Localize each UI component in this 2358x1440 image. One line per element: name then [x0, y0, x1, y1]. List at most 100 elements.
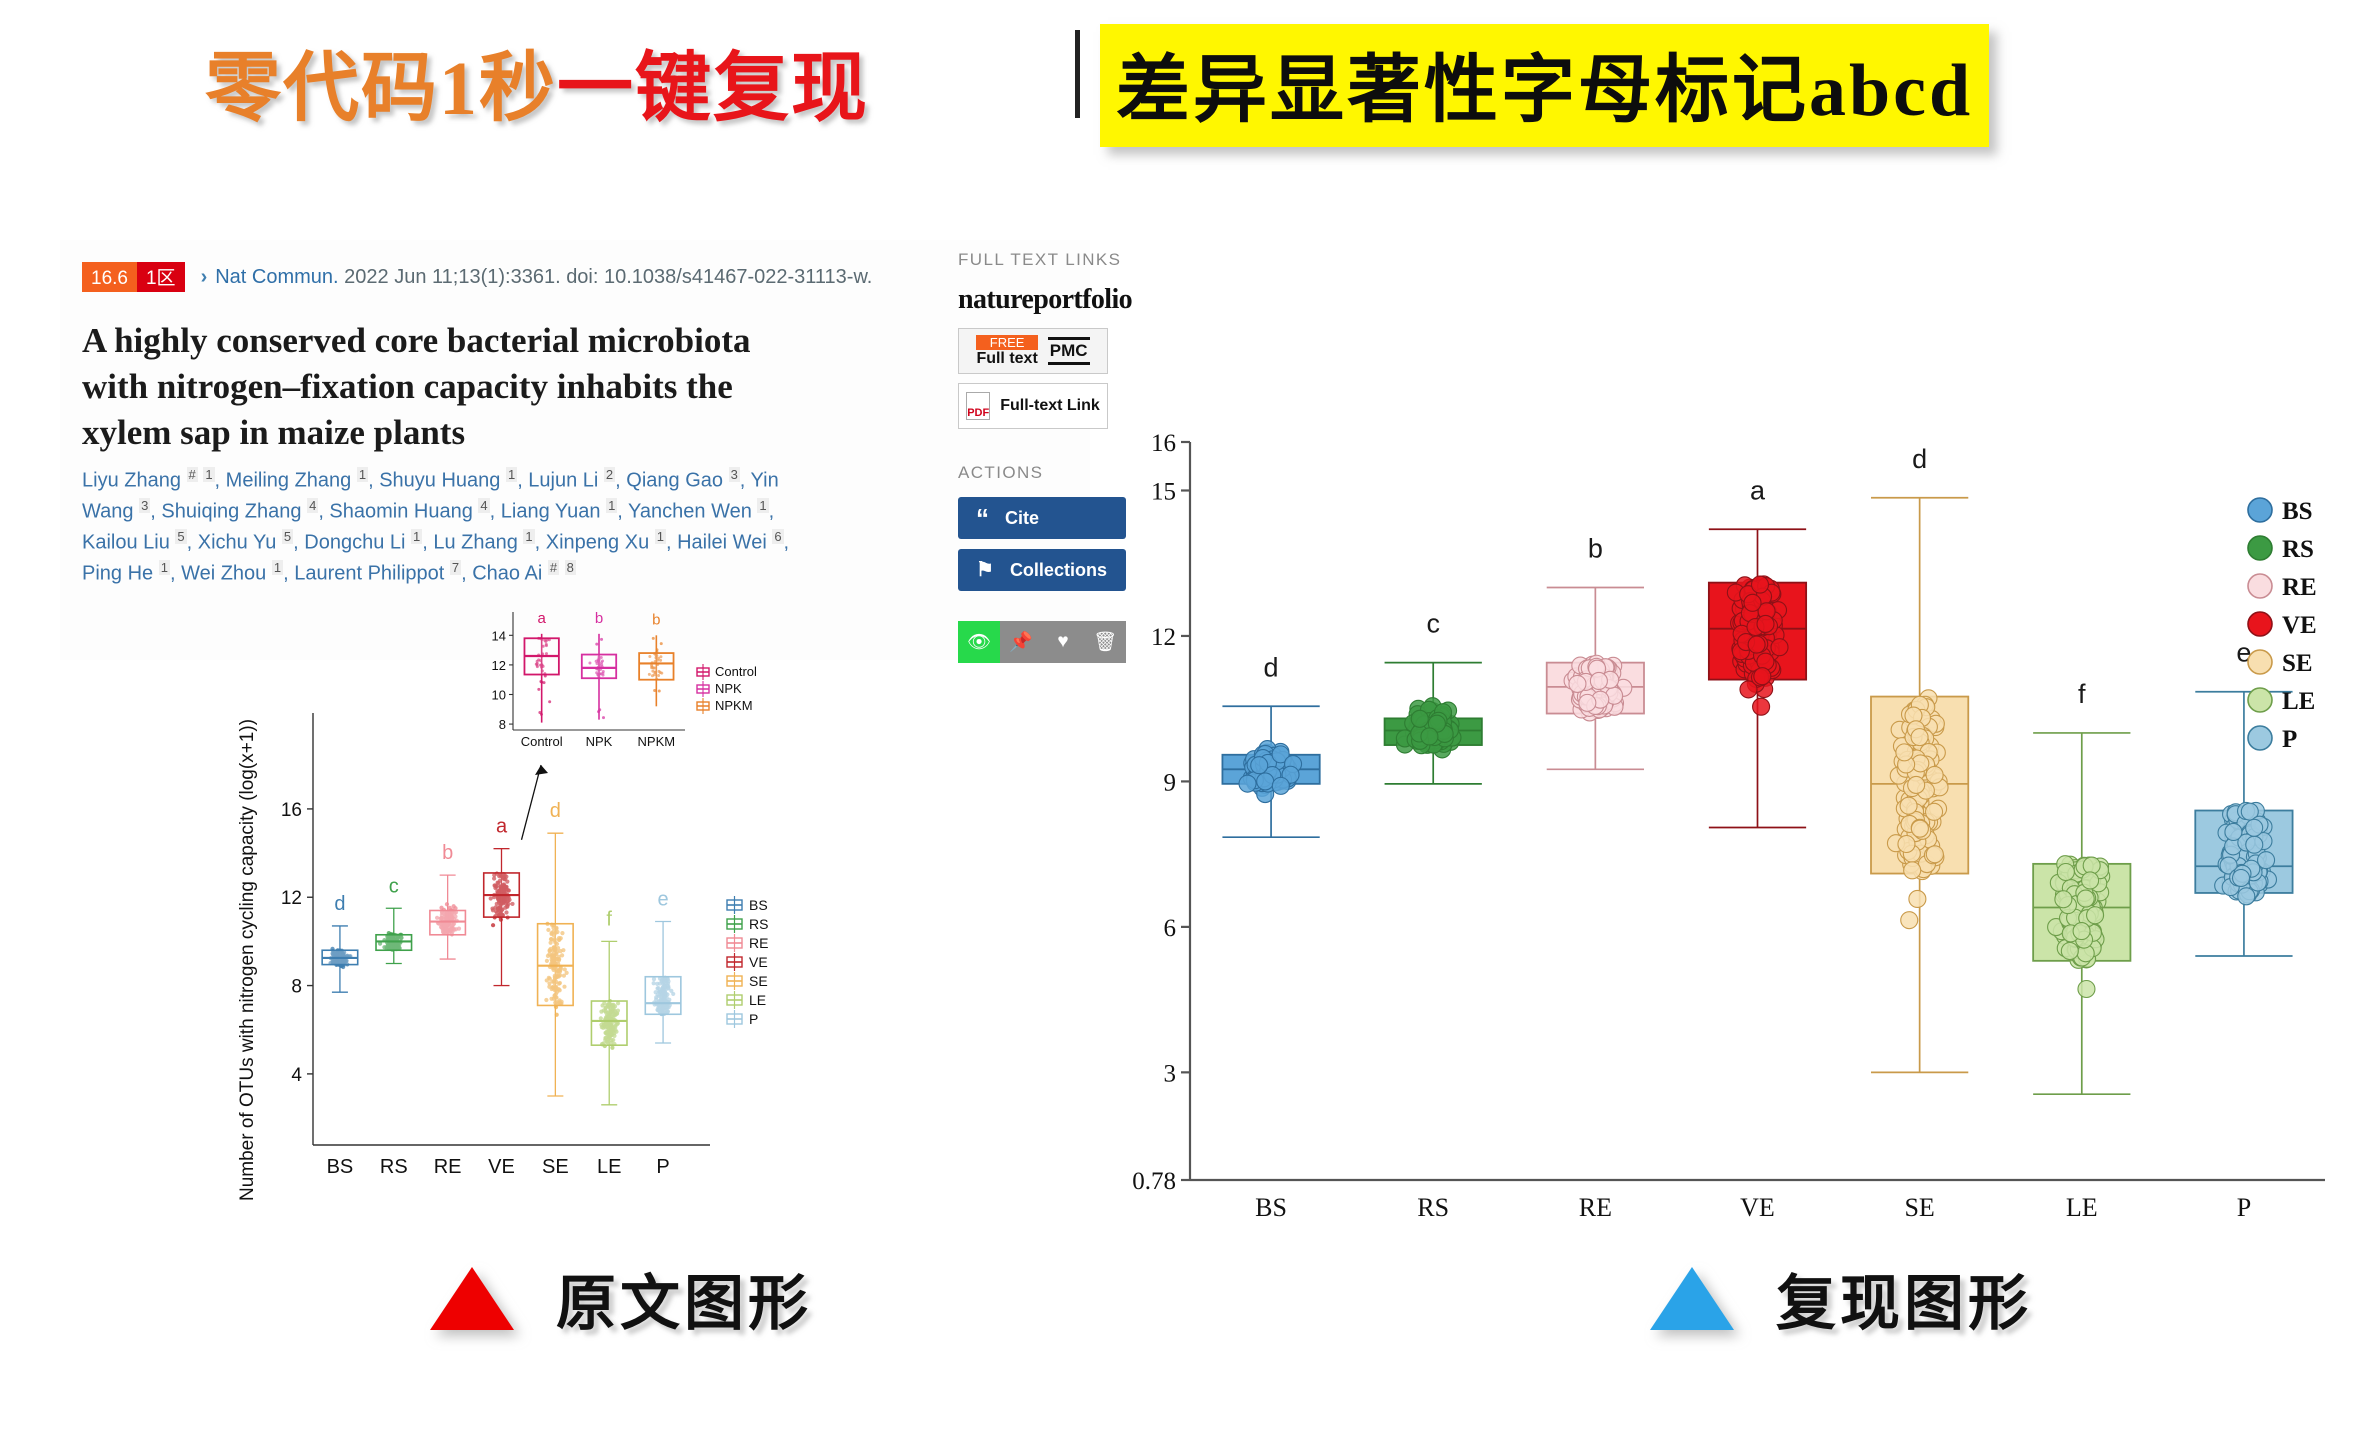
y-tick-label: 9 [1164, 769, 1177, 796]
y-tick-label: 16 [281, 800, 302, 821]
inset-legend-item: Control [696, 664, 757, 680]
significance-letter: c [389, 875, 399, 897]
full-text-label: Full text [976, 349, 1038, 367]
pmc-full-text-link[interactable]: FREE Full text PMC [958, 328, 1108, 374]
inset-legend-label: NPK [715, 681, 742, 696]
legend-marker [2247, 687, 2273, 713]
caption-reproduced-label: 复现图形 [1776, 1271, 2032, 1337]
legend-item: P [726, 1010, 758, 1028]
significance-letter: f [2078, 679, 2086, 709]
y-tick-label: 6 [1164, 915, 1177, 942]
box-group: a [1707, 475, 1808, 829]
legend-label: BS [2282, 498, 2313, 525]
legend-marker [2247, 497, 2273, 523]
significance-letter: d [334, 893, 345, 915]
inset-significance-letter: b [652, 611, 660, 628]
legend-label: RE [749, 935, 768, 951]
significance-letter: d [550, 800, 561, 822]
pdf-icon: PDF [966, 392, 991, 420]
reproduced-figure-panel: 0.78 3 6 9 12 15 16 d BS c RS b RE a VE d SE f LE e P BS RS RE V… [1130, 420, 2350, 1220]
banner-left-part1: 零代码1秒 [205, 47, 557, 131]
significance-letter: c [1426, 609, 1440, 639]
significance-letter: b [442, 842, 453, 864]
red-triangle-icon [430, 1267, 514, 1330]
box-group: d [1870, 444, 1970, 1074]
original-figure-panel: Number of OTUs with nitrogen cycling cap… [235, 600, 795, 1260]
inset-legend-item: NPK [696, 681, 742, 697]
legend-item: LE [2247, 687, 2315, 715]
banner: 零代码1秒一键复现 差异显著性字母标记abcd [0, 0, 2358, 150]
x-tick-label: RE [1579, 1193, 1612, 1220]
legend-label: VE [2282, 612, 2317, 639]
collections-button[interactable]: ⚑ Collections [958, 549, 1126, 591]
journal-name[interactable]: Nat Commun. [215, 266, 338, 288]
pmc-icon: PMC [1047, 337, 1090, 365]
legend-item: RS [726, 915, 768, 933]
free-badge: FREE [976, 334, 1038, 350]
quote-icon: “ [976, 503, 989, 533]
heart-icon[interactable]: ♥ [1042, 621, 1084, 663]
legend-label: RS [749, 916, 768, 932]
legend-marker [2247, 725, 2273, 751]
legend-item: LE [726, 991, 766, 1009]
inset-x-tick-label: NPKM [638, 734, 676, 749]
box-group: b [429, 842, 467, 960]
legend-label: BS [749, 897, 768, 913]
x-tick-label: SE [542, 1156, 569, 1178]
legend-label: SE [2282, 650, 2313, 677]
y-tick-label: 3 [1164, 1060, 1177, 1087]
inset-y-tick-label: 14 [492, 628, 506, 643]
banner-left-title: 零代码1秒一键复现 [205, 26, 869, 136]
significance-letter: a [1750, 475, 1766, 505]
eye-icon[interactable]: 👁 [958, 621, 1000, 663]
legend-item: BS [2247, 497, 2313, 525]
chevron-right-icon: › [200, 265, 208, 288]
x-tick-label: VE [488, 1156, 515, 1178]
legend-item: VE [726, 953, 768, 971]
box-group: f [590, 908, 628, 1106]
x-tick-label: P [656, 1156, 669, 1178]
inset-box-group: b [638, 611, 675, 707]
full-text-link-button[interactable]: PDF Full-text Link [958, 383, 1108, 429]
y-tick-label: 12 [281, 888, 302, 909]
free-full-text-label: FREE Full text [976, 334, 1038, 368]
y-tick-label: 4 [291, 1065, 302, 1086]
x-tick-label: VE [1740, 1193, 1775, 1220]
x-tick-label: LE [2066, 1193, 2098, 1220]
legend-item: RE [726, 934, 768, 952]
box-group: f [2032, 679, 2132, 1096]
banner-right-title: 差异显著性字母标记abcd [1100, 24, 1990, 147]
inset-box-group: a [523, 610, 560, 723]
significance-letter: f [606, 908, 612, 930]
nature-portfolio-logo: natureportfolio [958, 284, 1133, 315]
citation-text: Nat Commun. 2022 Jun 11;13(1):3361. doi:… [215, 266, 872, 289]
y-tick-label: 15 [1151, 478, 1176, 505]
trash-icon[interactable]: 🗑 [1084, 621, 1126, 663]
banner-left-part2: 一键复现 [557, 47, 869, 131]
legend-label: P [749, 1011, 758, 1027]
x-tick-label: BS [327, 1156, 354, 1178]
legend-label: RS [2282, 536, 2314, 563]
cite-button[interactable]: “ Cite [958, 497, 1126, 539]
inset-y-tick-label: 8 [499, 717, 506, 732]
collections-button-label: Collections [1009, 559, 1107, 580]
citation-row: 16.6 1区 › Nat Commun. 2022 Jun 11;13(1):… [82, 262, 872, 292]
caption-reproduced: 复现图形 [1650, 1255, 2032, 1342]
box-group: d [1221, 652, 1321, 839]
legend-label: LE [2282, 688, 2315, 715]
reproduced-figure-svg: 0.78369121516dBScRSbREaVEdSEfLEePBSRSREV… [1132, 430, 2325, 1220]
full-text-links-header: FULL TEXT LINKS [958, 250, 1122, 269]
pubmed-record: 16.6 1区 › Nat Commun. 2022 Jun 11;13(1):… [60, 240, 1090, 660]
pin-icon[interactable]: 📌 [1000, 621, 1042, 663]
box-group: c [1383, 609, 1483, 785]
original-figure-svg: Number of OTUs with nitrogen cycling cap… [237, 610, 768, 1201]
caption-original-label: 原文图形 [556, 1271, 812, 1337]
citation-details: 2022 Jun 11;13(1):3361. doi: 10.1038/s41… [338, 265, 873, 288]
significance-letter: b [1588, 533, 1603, 563]
legend-marker [2247, 535, 2273, 561]
legend-item: RS [2247, 535, 2314, 563]
caption-original: 原文图形 [430, 1255, 812, 1342]
box-group: b [1545, 533, 1645, 771]
actions-header: ACTIONS [958, 463, 1044, 482]
inset-significance-letter: b [595, 610, 603, 627]
